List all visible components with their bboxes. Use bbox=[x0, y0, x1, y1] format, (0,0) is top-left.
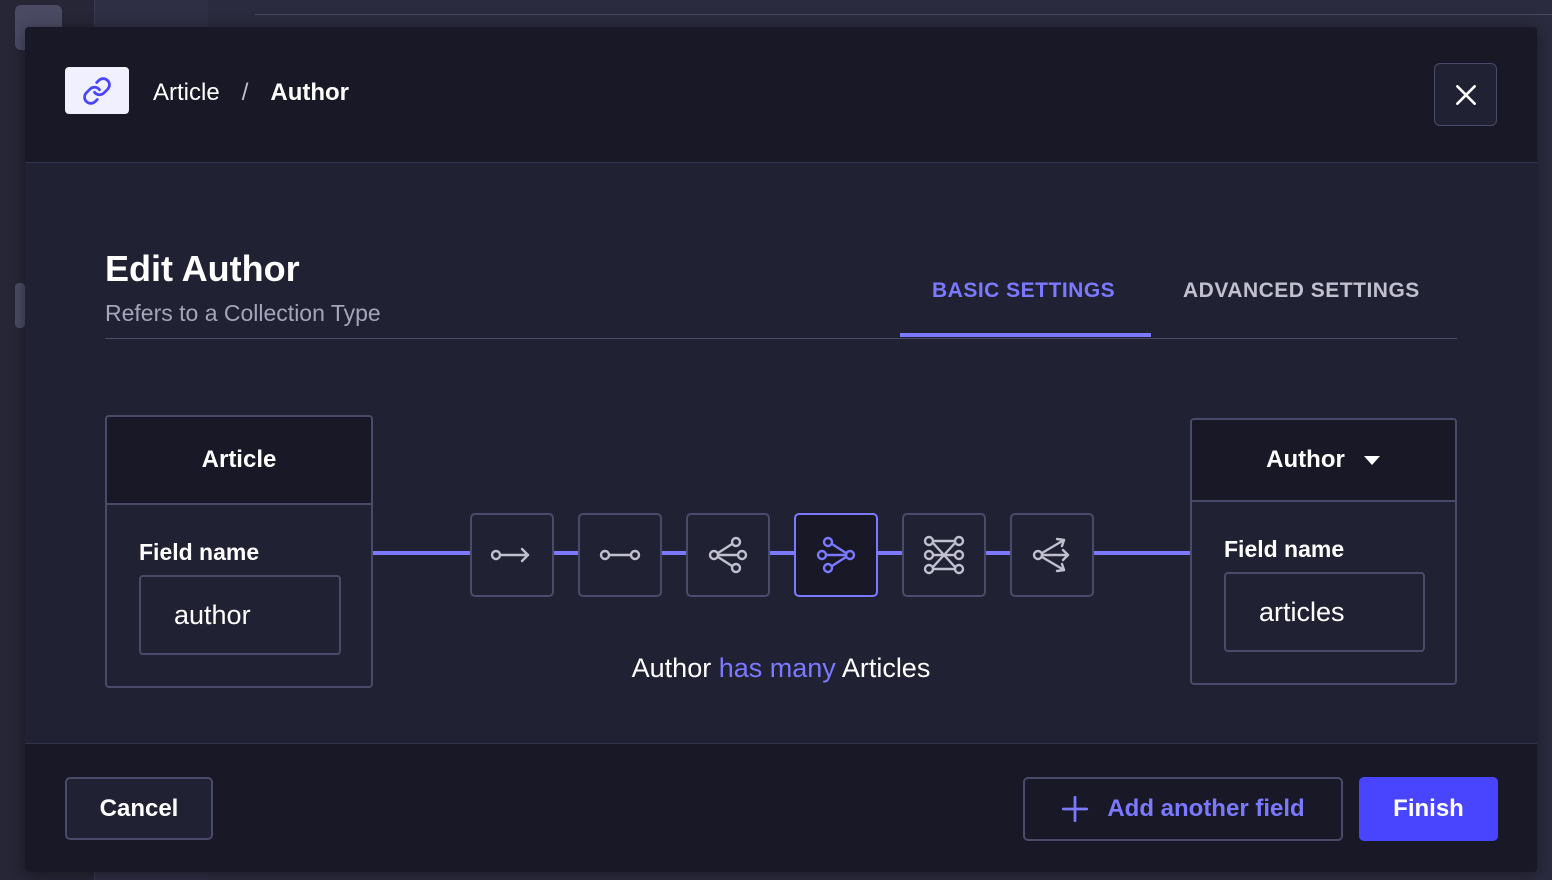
relation-subject: Author bbox=[631, 653, 712, 683]
relation-one-way-button[interactable] bbox=[470, 513, 554, 597]
relation-connector bbox=[876, 551, 902, 555]
breadcrumb-item-author: Author bbox=[270, 79, 350, 106]
relation-description: Author has many Articles bbox=[25, 653, 1537, 684]
background-rail-button bbox=[15, 283, 25, 328]
breadcrumb-item-article: Article bbox=[153, 79, 220, 106]
target-field-name-input[interactable]: articles bbox=[1224, 572, 1425, 652]
many-way-icon bbox=[1032, 537, 1070, 573]
breadcrumb-separator: / bbox=[241, 79, 249, 106]
tab-basic-settings[interactable]: BASIC SETTINGS bbox=[932, 279, 1115, 303]
active-tab-indicator bbox=[900, 333, 1151, 337]
plus-icon bbox=[1062, 795, 1089, 823]
add-another-field-button[interactable]: Add another field bbox=[1023, 777, 1343, 841]
close-icon bbox=[1455, 84, 1476, 105]
field-name-label: Field name bbox=[139, 539, 260, 565]
source-collection-box: Article Field name author bbox=[105, 415, 373, 688]
modal-footer: Cancel Add another field Finish bbox=[25, 743, 1537, 872]
relation-object: Articles bbox=[841, 653, 931, 683]
relation-many-to-many-button[interactable] bbox=[902, 513, 986, 597]
tabs-divider bbox=[105, 338, 1457, 339]
source-collection-title: Article bbox=[107, 417, 371, 505]
relation-connector bbox=[768, 551, 794, 555]
modal-header: Article / Author bbox=[25, 27, 1537, 163]
tab-advanced-settings[interactable]: ADVANCED SETTINGS bbox=[1183, 279, 1420, 303]
source-field-name-input[interactable]: author bbox=[139, 575, 341, 655]
target-collection-select[interactable]: Author bbox=[1192, 420, 1455, 502]
page-title: Edit Author bbox=[105, 248, 300, 289]
page-subtitle: Refers to a Collection Type bbox=[105, 300, 381, 326]
relation-connector bbox=[373, 551, 470, 555]
many-to-many-icon bbox=[923, 535, 965, 575]
many-to-one-icon bbox=[816, 536, 856, 574]
one-way-icon bbox=[490, 547, 530, 563]
relation-connector bbox=[660, 551, 686, 555]
relation-one-to-many-button[interactable] bbox=[686, 513, 770, 597]
breadcrumb: Article / Author bbox=[153, 79, 349, 107]
relation-connector bbox=[1092, 551, 1190, 555]
relation-many-way-button[interactable] bbox=[1010, 513, 1094, 597]
relation-one-to-one-button[interactable] bbox=[578, 513, 662, 597]
finish-button[interactable]: Finish bbox=[1359, 777, 1498, 841]
one-to-one-icon bbox=[599, 549, 641, 561]
edit-relation-modal: Article / Author Edit Author Refers to a… bbox=[25, 27, 1537, 872]
relation-connector bbox=[984, 551, 1010, 555]
target-collection-box: Author Field name articles bbox=[1190, 418, 1457, 685]
one-to-many-icon bbox=[708, 536, 748, 574]
relation-connector bbox=[552, 551, 578, 555]
close-button[interactable] bbox=[1434, 63, 1497, 126]
field-name-label: Field name bbox=[1224, 536, 1345, 562]
modal-body: Edit Author Refers to a Collection Type … bbox=[25, 163, 1537, 743]
cancel-button[interactable]: Cancel bbox=[65, 777, 213, 840]
caret-down-icon bbox=[1363, 456, 1380, 465]
background-divider bbox=[255, 14, 1552, 15]
relation-many-to-one-button[interactable] bbox=[794, 513, 878, 597]
target-collection-title: Author bbox=[1266, 446, 1345, 473]
relation-verb: has many bbox=[718, 653, 836, 683]
add-another-field-label: Add another field bbox=[1107, 795, 1305, 822]
link-icon bbox=[65, 67, 129, 114]
